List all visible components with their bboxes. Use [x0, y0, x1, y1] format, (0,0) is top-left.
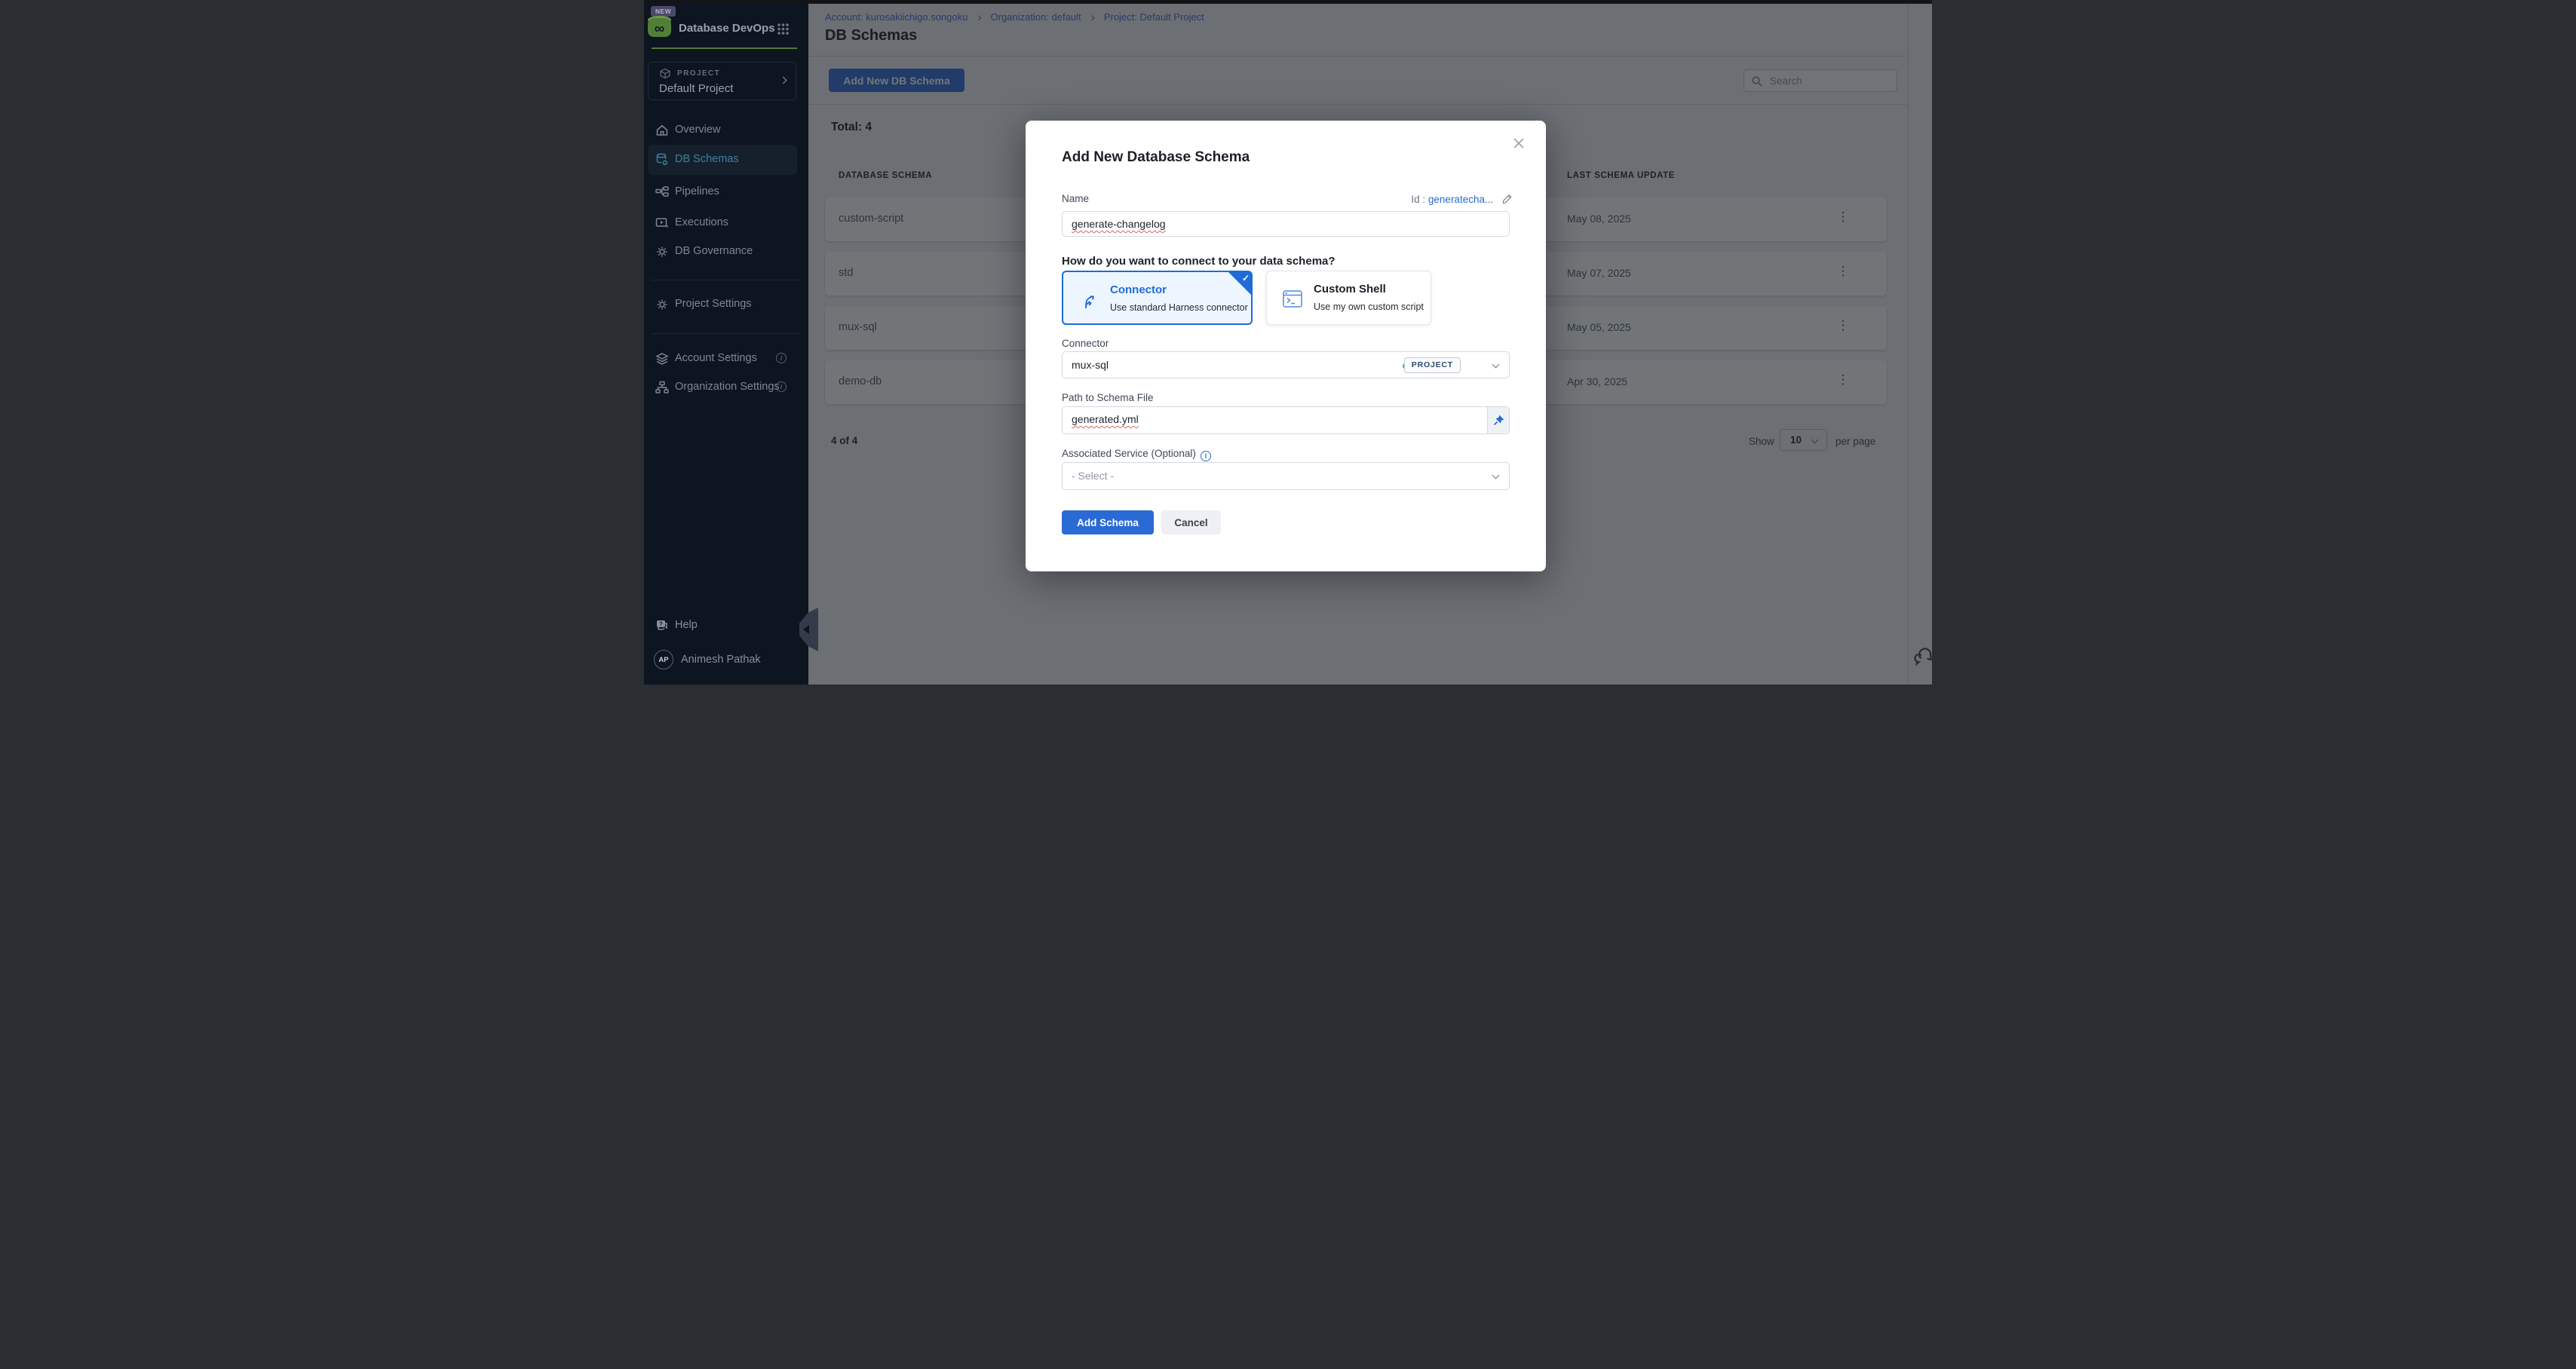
executions-icon: [655, 216, 670, 231]
name-input[interactable]: generate-changelog: [1062, 211, 1510, 237]
connector-arrows-icon: [1078, 289, 1101, 311]
connector-value: mux-sql: [1072, 359, 1109, 371]
connector-select[interactable]: mux-sql PROJECT: [1062, 351, 1510, 378]
service-select[interactable]: - Select -: [1062, 462, 1510, 490]
pin-button[interactable]: [1487, 407, 1509, 433]
option-subtitle: Use my own custom script: [1314, 302, 1424, 312]
path-label: Path to Schema File: [1062, 392, 1154, 403]
chevron-down-icon: [1492, 472, 1500, 479]
add-schema-button[interactable]: Add Schema: [1062, 510, 1154, 534]
modal-title: Add New Database Schema: [1062, 149, 1250, 166]
database-devops-logo-icon: ∞: [648, 16, 671, 39]
name-label: Name: [1062, 193, 1089, 204]
service-label: Associated Service (Optional)i: [1062, 448, 1211, 461]
user-menu[interactable]: AP Animesh Pathak: [648, 647, 797, 677]
project-name: Default Project: [659, 82, 733, 95]
sidebar-item-pipelines[interactable]: Pipelines: [648, 177, 797, 207]
svg-text:?: ?: [659, 621, 663, 628]
option-card-custom-shell[interactable]: Custom Shell Use my own custom script: [1266, 271, 1431, 325]
project-selector[interactable]: PROJECT Default Project: [648, 62, 796, 100]
gear-icon: [655, 297, 670, 312]
user-name: Animesh Pathak: [681, 654, 761, 666]
sidebar-item-db-schemas[interactable]: DB Schemas: [648, 145, 797, 175]
option-title: Custom Shell: [1314, 283, 1386, 296]
window-top-edge: [644, 0, 1932, 4]
thumbtack-icon: [1493, 415, 1504, 426]
project-label: PROJECT: [677, 69, 720, 78]
app-title: Database DevOps: [679, 22, 775, 35]
sidebar-item-project-settings[interactable]: Project Settings: [648, 289, 797, 320]
org-chart-icon: [655, 380, 670, 395]
info-icon[interactable]: i: [776, 353, 787, 363]
collapse-arrow-icon: [803, 625, 809, 634]
home-icon: [655, 123, 670, 138]
option-subtitle: Use standard Harness connector: [1110, 302, 1248, 313]
cancel-button[interactable]: Cancel: [1161, 510, 1221, 534]
gear-icon: [655, 244, 670, 259]
info-icon[interactable]: i: [1201, 451, 1211, 461]
selected-corner: ✓: [1228, 271, 1252, 296]
connect-question: How do you want to connect to your data …: [1062, 255, 1336, 268]
id-prefix: Id :: [1411, 194, 1425, 205]
id-value-link[interactable]: generatecha...: [1428, 194, 1493, 205]
sidebar-divider: [652, 333, 801, 334]
avatar: AP: [654, 650, 673, 669]
chevron-right-icon: [780, 77, 787, 84]
path-input[interactable]: generated.yml: [1062, 406, 1510, 434]
scope-badge: PROJECT: [1404, 357, 1461, 373]
chevron-down-icon: [1492, 361, 1500, 369]
brand-row: NEW ∞ Database DevOps: [644, 4, 808, 49]
sidebar-item-organization-settings[interactable]: Organization Settings i: [648, 372, 797, 403]
sidebar-item-overview[interactable]: Overview: [648, 115, 797, 145]
connector-label: Connector: [1062, 338, 1109, 349]
terminal-icon: [1282, 289, 1305, 309]
cube-icon: [659, 68, 671, 84]
sidebar-item-account-settings[interactable]: Account Settings i: [648, 344, 797, 374]
close-icon[interactable]: [1511, 136, 1526, 151]
sidebar: NEW ∞ Database DevOps PROJECT Defaul: [644, 0, 808, 684]
app-window: NEW ∞ Database DevOps PROJECT Defaul: [644, 0, 1932, 684]
brand-underline: [652, 47, 797, 49]
module-grid-icon[interactable]: [777, 23, 790, 35]
info-icon[interactable]: i: [776, 381, 787, 392]
id-row: Id : generatecha...: [1411, 193, 1513, 205]
check-icon: ✓: [1242, 273, 1250, 283]
sidebar-item-executions[interactable]: Executions: [648, 208, 797, 238]
help-chat-icon: ?: [655, 618, 670, 633]
pipelines-icon: [655, 185, 670, 200]
option-card-connector[interactable]: Connector Use standard Harness connector…: [1062, 271, 1253, 325]
add-schema-modal: Add New Database Schema Name Id : genera…: [1026, 121, 1546, 571]
edit-pencil-icon[interactable]: [1501, 193, 1513, 204]
service-placeholder: - Select -: [1072, 470, 1114, 482]
sidebar-item-help[interactable]: ? Help: [648, 611, 797, 641]
layers-icon: [655, 351, 670, 366]
database-gear-icon: [655, 152, 670, 167]
option-title: Connector: [1110, 283, 1167, 296]
new-badge: NEW: [651, 6, 676, 17]
sidebar-item-db-governance[interactable]: DB Governance: [648, 237, 797, 267]
